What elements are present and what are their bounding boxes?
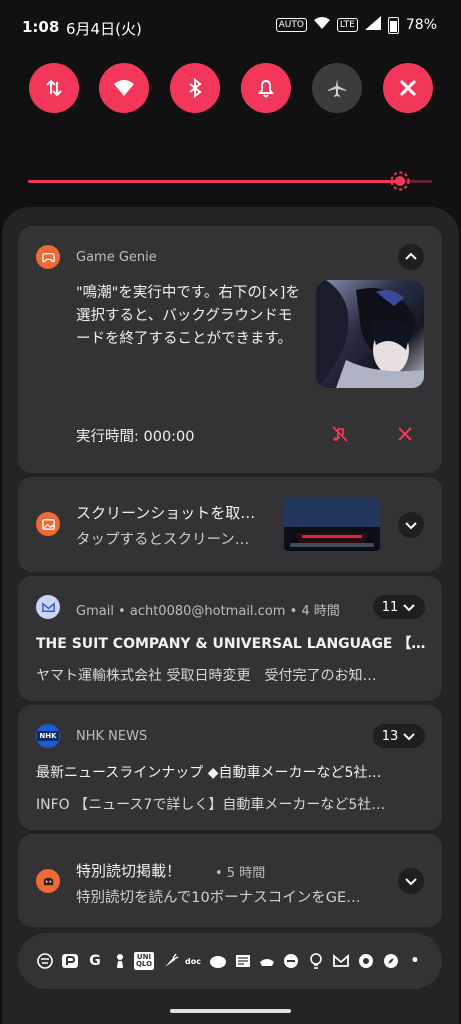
- screenshot-app-icon: [36, 512, 60, 536]
- battery-percent: 78%: [405, 17, 437, 33]
- wifi-toggle[interactable]: [99, 63, 149, 113]
- chevron-up-icon: [405, 252, 417, 260]
- lightbulb-icon: [307, 952, 325, 970]
- manga-text: 特別読切を読んで10ボーナスコインをGE…: [76, 890, 361, 906]
- gmail-line-1: THE SUIT COMPANY & UNIVERSAL LANGUAGE 【今…: [36, 636, 432, 652]
- manga-small-icon: [258, 952, 276, 970]
- docomo-icon: doc: [185, 956, 201, 966]
- screenshot-text: タップするとスクリーン…: [76, 532, 250, 548]
- x-mode-toggle[interactable]: [383, 63, 433, 113]
- p-app-icon: [61, 952, 79, 970]
- status-icons: AUTO LTE 78%: [275, 16, 437, 34]
- status-bar: 1:08 6月4日(火) AUTO LTE 78%: [0, 0, 461, 54]
- chevron-down-icon: [405, 522, 417, 530]
- circle-app-icon: [357, 952, 375, 970]
- navigation-handle[interactable]: [170, 1009, 291, 1013]
- app-name: Game Genie: [76, 250, 157, 265]
- close-background-button[interactable]: [395, 424, 415, 444]
- auto-indicator-icon: AUTO: [275, 18, 307, 32]
- clock: 1:08: [22, 18, 60, 36]
- gmail-count-expand[interactable]: 11: [373, 595, 425, 619]
- nhk-line-1: 最新ニュースラインナップ ◆自動車メーカーなど5社…: [36, 765, 382, 781]
- screenshot-title: スクリーンショットを取…: [76, 504, 256, 522]
- gmail-count: 11: [381, 599, 399, 615]
- nhk-count-expand[interactable]: 13: [373, 724, 425, 748]
- more-notifications-dot: •: [410, 953, 420, 969]
- airplane-icon: [328, 79, 346, 97]
- gmail-app-icon: [36, 595, 60, 619]
- google-icon: G: [89, 953, 101, 969]
- brightness-sun-icon[interactable]: [389, 170, 411, 192]
- chick-icon: [208, 952, 228, 970]
- manga-title: 特別読切掲載！: [76, 862, 182, 880]
- nhk-line-2: INFO 【ニュース7で詳しく】自動車メーカーなど5社…: [36, 797, 386, 813]
- carrot-icon: [161, 952, 179, 970]
- news-app-icon: [234, 952, 252, 970]
- mobile-data-toggle[interactable]: [29, 63, 79, 113]
- x-mode-icon: [399, 79, 417, 97]
- screenshot-preview-image: [284, 497, 380, 551]
- game-thumbnail-image: [316, 280, 424, 388]
- mute-icon: [332, 426, 348, 442]
- bell-icon: [258, 79, 274, 98]
- battery-icon: [387, 16, 399, 34]
- date: 6月4日(火): [66, 20, 142, 38]
- close-icon: [398, 427, 412, 441]
- signal-icon: [364, 16, 381, 34]
- chevron-down-icon: [405, 878, 417, 886]
- notification-icon-row[interactable]: G UNI QLO doc •: [18, 933, 442, 989]
- nhk-app-name: NHK NEWS: [76, 729, 148, 744]
- lte-icon: LTE: [336, 18, 358, 32]
- mobile-data-icon: [46, 79, 62, 97]
- collapse-button[interactable]: [398, 244, 424, 270]
- sound-toggle[interactable]: [241, 63, 291, 113]
- wifi-status-icon: [313, 16, 330, 34]
- runtime-label: 実行時間: 000:00: [76, 429, 195, 445]
- nhk-count: 13: [381, 728, 399, 744]
- nhk-app-icon: NHK: [36, 724, 60, 748]
- notification-body: "鳴潮"を実行中です。右下の[×]を選択すると、バックグラウンドモードを終了する…: [76, 285, 300, 347]
- gmail-header: Gmail • acht0080@hotmail.com • 4 時間: [76, 604, 340, 619]
- gmail-small-icon: [332, 952, 350, 970]
- game-genie-notification[interactable]: Game Genie "鳴潮"を実行中です。右下の[×]を選択すると、バックグラ…: [18, 226, 442, 473]
- expand-button[interactable]: [398, 512, 424, 538]
- bluetooth-toggle[interactable]: [170, 63, 220, 113]
- nhk-news-notification[interactable]: NHK NHK NEWS 13 最新ニュースラインナップ ◆自動車メーカーなど5…: [18, 705, 442, 830]
- manga-app-icon: [36, 869, 60, 893]
- gmail-notification[interactable]: Gmail • acht0080@hotmail.com • 4 時間 11 T…: [18, 576, 442, 701]
- quick-settings: [0, 63, 461, 115]
- manga-time: • 5 時間: [215, 866, 266, 881]
- brightness-fill: [28, 180, 400, 183]
- brightness-slider[interactable]: [28, 171, 432, 191]
- shopping-icon: [282, 952, 300, 970]
- airplane-mode-toggle[interactable]: [312, 63, 362, 113]
- game-genie-app-icon: [36, 245, 60, 269]
- uniqlo-icon: UNI QLO: [134, 952, 154, 970]
- game-genie-small-icon: [36, 952, 54, 970]
- chess-pawn-icon: [111, 952, 129, 970]
- expand-button[interactable]: [398, 868, 424, 894]
- manga-notification[interactable]: 特別読切掲載！ • 5 時間 特別読切を読んで10ボーナスコインをGE…: [18, 834, 442, 927]
- screenshot-notification[interactable]: スクリーンショットを取… タップするとスクリーン…: [18, 477, 442, 572]
- compass-icon: [382, 952, 400, 970]
- wifi-icon: [114, 80, 134, 96]
- mute-button[interactable]: [330, 424, 350, 444]
- chevron-down-icon: [403, 604, 415, 612]
- chevron-down-icon: [403, 733, 415, 741]
- gmail-line-2: ヤマト運輸株式会社 受取日時変更 受付完了のお知…: [36, 668, 377, 684]
- bluetooth-icon: [189, 77, 202, 99]
